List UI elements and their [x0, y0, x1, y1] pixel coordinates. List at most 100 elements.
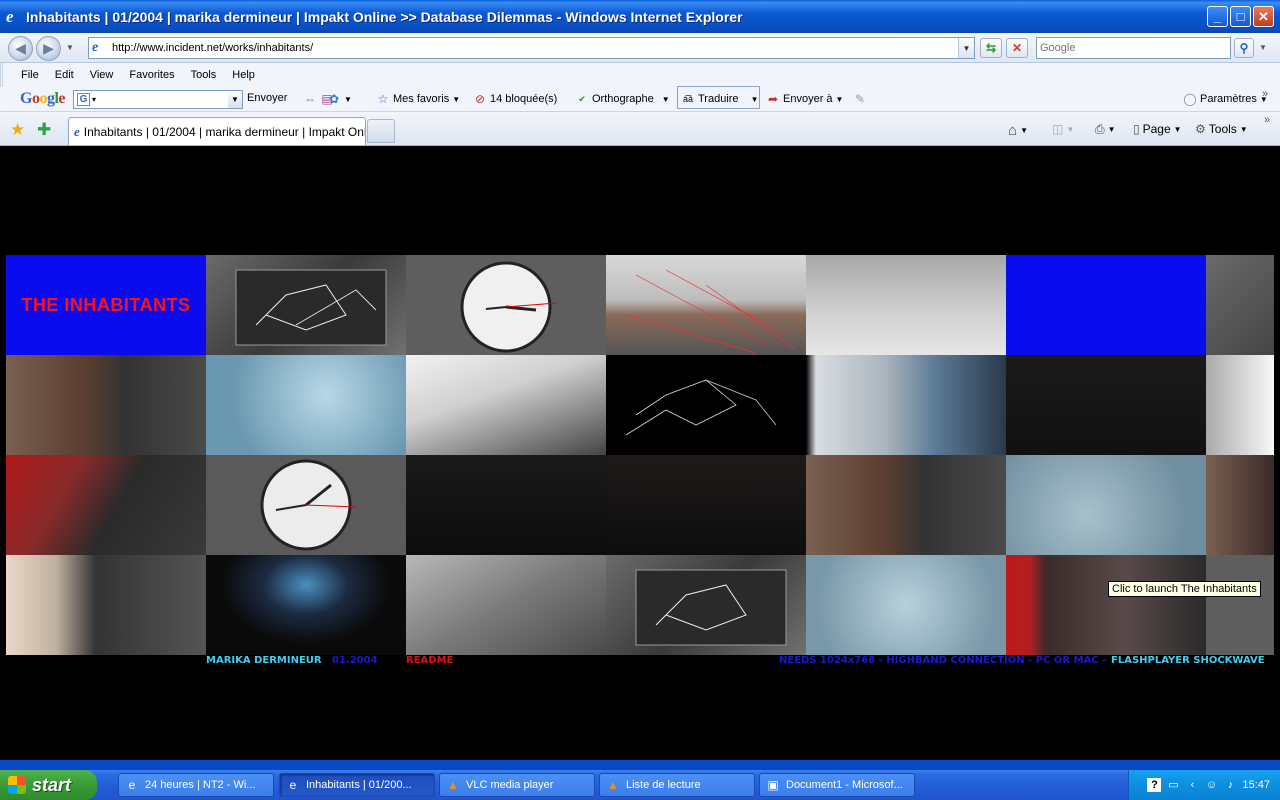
launch-tooltip: Clic to launch The Inhabitants	[1108, 581, 1261, 597]
address-field[interactable]: e ▼	[88, 37, 975, 59]
tray-chevron-icon[interactable]: ‹	[1185, 778, 1199, 792]
tile-dark-figures[interactable]	[406, 455, 606, 555]
tile-tv-screen[interactable]	[206, 555, 406, 655]
history-dropdown-icon[interactable]: ▼	[66, 43, 74, 52]
new-tab-button[interactable]	[367, 119, 395, 143]
tile-hand[interactable]	[406, 355, 606, 455]
send-to-button[interactable]: ➦ Envoyer à ▼	[766, 92, 843, 106]
refresh-button[interactable]: ⇆	[980, 38, 1002, 58]
inhabitants-grid[interactable]: THE INHABITANTS	[6, 255, 1274, 655]
tile-people-room[interactable]	[1006, 555, 1206, 655]
toolbar-overflow-icon[interactable]: »	[1262, 88, 1268, 100]
google-combo-dropdown-icon[interactable]: ▼	[228, 91, 242, 108]
google-g-dropdown-icon[interactable]: ▾	[92, 95, 96, 104]
red-lines	[625, 269, 797, 354]
menu-file[interactable]: File	[21, 69, 39, 81]
window-title-bar[interactable]: e Inhabitants | 01/2004 | marika dermine…	[0, 0, 1280, 33]
tile-keyboard[interactable]	[6, 455, 206, 555]
stop-button[interactable]: ✕	[1006, 38, 1028, 58]
tile-street-view[interactable]	[606, 255, 806, 355]
tile-led-display[interactable]	[206, 255, 406, 355]
tile-wall-clock-edge[interactable]	[1206, 555, 1274, 655]
tile-living-room-2[interactable]	[806, 455, 1006, 555]
back-button[interactable]: ◀	[8, 36, 33, 61]
maximize-button[interactable]: □	[1230, 6, 1251, 27]
google-send-label: Envoyer	[247, 92, 288, 104]
tile-broken-glass[interactable]	[806, 555, 1006, 655]
highlighter-button[interactable]: ✎	[853, 92, 867, 106]
commandbar-overflow-icon[interactable]: »	[1264, 114, 1270, 126]
my-favorites-button[interactable]: ☆ Mes favoris ▼	[376, 92, 461, 106]
tile-vacuuming[interactable]	[1006, 455, 1206, 555]
feeds-button[interactable]: ◫ ▼	[1052, 122, 1074, 136]
tile-dark-display[interactable]	[1006, 355, 1206, 455]
volume-icon[interactable]: ♪	[1223, 778, 1237, 792]
task-inhabitants[interactable]: e Inhabitants | 01/200...	[279, 773, 435, 797]
search-options-icon[interactable]: ▼	[1259, 43, 1267, 52]
close-button[interactable]: ✕	[1253, 6, 1274, 27]
tile-foot[interactable]	[1206, 355, 1274, 455]
menu-favorites[interactable]: Favorites	[129, 69, 174, 81]
url-input[interactable]	[112, 42, 958, 54]
tile-wall-clock-2[interactable]	[206, 455, 406, 555]
task-playlist[interactable]: ▲ Liste de lecture	[599, 773, 755, 797]
menu-view[interactable]: View	[90, 69, 114, 81]
tile-network-graph[interactable]	[606, 355, 806, 455]
add-favorite-icon[interactable]: ✚	[37, 120, 51, 140]
search-button[interactable]: ⚲	[1234, 38, 1254, 58]
network-icon[interactable]: ▭	[1166, 778, 1180, 792]
word-icon: ▣	[767, 778, 779, 792]
page-menu-button[interactable]: ▯ Page ▼	[1133, 122, 1182, 136]
my-favorites-label: Mes favoris	[393, 93, 450, 105]
menu-edit[interactable]: Edit	[55, 69, 74, 81]
menu-help[interactable]: Help	[232, 69, 255, 81]
spellcheck-button[interactable]: ✔ Orthographe ▼	[575, 92, 669, 106]
flashplayer-link[interactable]: FLASHPLAYER SHOCKWAVE	[1111, 655, 1265, 666]
tools-menu-label: Tools	[1208, 122, 1237, 136]
tab-inhabitants[interactable]: e Inhabitants | 01/2004 | marika dermine…	[68, 117, 366, 145]
tile-blue[interactable]	[1006, 255, 1206, 355]
tile-broken-plate[interactable]	[206, 355, 406, 455]
google-logo[interactable]: Google	[20, 90, 65, 108]
tile-bed-sheets[interactable]	[406, 555, 606, 655]
help-icon[interactable]: ?	[1147, 778, 1162, 792]
page-menu-label: Page	[1142, 122, 1171, 136]
tile-led-display-2[interactable]	[606, 555, 806, 655]
tile-wall-clock[interactable]	[406, 255, 606, 355]
home-button[interactable]: ⌂ ▼	[1008, 122, 1028, 139]
google-search-combo[interactable]: G ▾ ▼	[73, 90, 243, 109]
forward-button[interactable]: ▶	[36, 36, 61, 61]
menu-tools[interactable]: Tools	[191, 69, 217, 81]
tile-room-3d[interactable]	[806, 355, 1006, 455]
page-favicon: e	[92, 40, 99, 55]
minimize-button[interactable]: _	[1207, 6, 1228, 27]
address-dropdown-icon[interactable]: ▼	[958, 38, 974, 58]
messenger-icon[interactable]: ☺	[1204, 778, 1218, 792]
author-name: MARIKA DERMINEUR	[206, 655, 322, 666]
tile-led-display-edge[interactable]	[1206, 255, 1274, 355]
google-settings-label: Paramètres	[1200, 93, 1257, 105]
search-input[interactable]	[1040, 42, 1230, 54]
readme-link[interactable]: README	[406, 655, 453, 666]
tile-living-room-edge[interactable]	[1206, 455, 1274, 555]
popup-blocker-button[interactable]: ⊘ 14 bloquée(s)	[473, 92, 557, 106]
google-settings-button[interactable]: ◯ Paramètres ▼	[1183, 92, 1268, 106]
popup-blocked-icon: ⊘	[474, 92, 486, 106]
print-button[interactable]: ⎙ ▼	[1095, 122, 1116, 137]
favorites-star-icon[interactable]: ★	[10, 120, 25, 140]
task-word-document[interactable]: ▣ Document1 - Microsof...	[759, 773, 915, 797]
task-vlc[interactable]: ▲ VLC media player	[439, 773, 595, 797]
google-send-button[interactable]: Envoyer	[247, 92, 287, 104]
search-field[interactable]	[1036, 37, 1231, 59]
task-24-heures[interactable]: e 24 heures | NT2 - Wi...	[118, 773, 274, 797]
tile-mopping[interactable]	[806, 255, 1006, 355]
tile-dark-scene[interactable]	[606, 455, 806, 555]
tile-old-man[interactable]	[6, 555, 206, 655]
title-tile[interactable]: THE INHABITANTS	[6, 255, 206, 355]
tools-menu-button[interactable]: ⚙ Tools ▼	[1195, 122, 1248, 136]
start-button[interactable]: start	[0, 770, 97, 800]
rss-icon: ◫	[1052, 122, 1064, 136]
tile-living-room[interactable]	[6, 355, 206, 455]
google-buttons-menu[interactable]: ✿ ▼	[327, 92, 352, 106]
task-label: Liste de lecture	[626, 779, 701, 791]
